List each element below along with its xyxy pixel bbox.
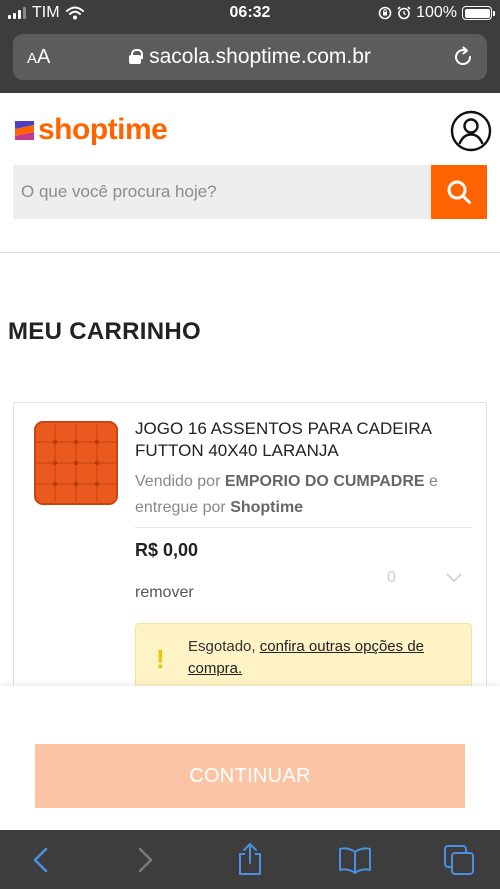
checkout-footer: CONTINUAR [0,686,500,830]
alarm-icon [397,6,411,20]
logo-text: shoptime [38,113,168,146]
bookmarks-icon[interactable] [338,846,372,874]
url-text: sacola.shoptime.com.br [149,45,371,68]
battery-icon [462,6,495,20]
quantity-select[interactable]: 0 [359,567,471,593]
share-icon[interactable] [235,842,265,876]
url-bar[interactable]: AA sacola.shoptime.com.br [13,34,487,80]
remove-link[interactable]: remover [135,584,194,602]
alert-status: Esgotado, [188,638,256,655]
browser-top-bar: AA sacola.shoptime.com.br [0,28,500,93]
search-input[interactable] [13,165,431,219]
search-icon [447,180,471,204]
reload-icon[interactable] [451,45,475,69]
header-divider [0,252,500,253]
quantity-value: 0 [387,569,396,586]
seller-name: EMPORIO DO CUMPADRE [224,473,425,490]
page-title: MEU CARRINHO [8,318,201,345]
product-name[interactable]: JOGO 16 ASSENTOS PARA CADEIRA FUTTON 40X… [135,418,475,462]
battery-percent: 100% [416,4,457,21]
search-button[interactable] [431,165,487,219]
product-image[interactable] [33,420,119,506]
url-display[interactable]: sacola.shoptime.com.br [13,45,487,69]
warning-icon: ! [156,644,165,674]
product-price: R$ 0,00 [135,540,199,560]
search-box [13,165,487,219]
tabs-icon[interactable] [443,844,475,876]
back-icon[interactable] [30,846,52,874]
status-right: 100% [378,4,495,22]
lock-icon [129,49,144,64]
seller-info: Vendido por EMPORIO DO CUMPADRE e entreg… [135,473,438,516]
card-divider [135,527,472,528]
delivery-partner: Shoptime [230,499,304,516]
alert-message: Esgotado, confira outras opções de compr… [188,636,458,680]
forward-icon[interactable] [134,846,156,874]
shoptime-logo[interactable]: shoptime [15,113,168,147]
battery-fill [464,8,490,18]
chevron-down-icon [446,573,462,583]
phone-screen: TIM 06:32 100% AA sacola.shoptime.com.br… [0,0,500,889]
continue-button[interactable]: CONTINUAR [35,744,465,808]
orientation-lock-icon [378,6,392,20]
account-icon[interactable] [450,110,492,152]
browser-toolbar [0,830,500,889]
logo-mark-icon [15,120,34,140]
status-bar: TIM 06:32 100% [0,0,500,28]
cart-item-card: JOGO 16 ASSENTOS PARA CADEIRA FUTTON 40X… [13,402,487,703]
